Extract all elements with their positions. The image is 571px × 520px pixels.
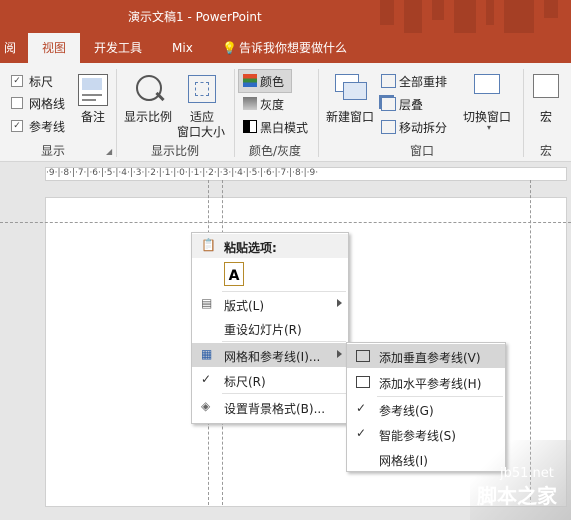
dialog-launcher-icon[interactable]: ◢ [106,147,112,156]
paint-bucket-icon: ◈ [201,399,211,413]
separator [318,69,319,157]
color-group-label: 颜色/灰度 [249,144,302,158]
notes-label[interactable]: 备注 [81,108,105,125]
lightbulb-icon: 💡 [222,41,237,55]
zoom-label[interactable]: 显示比例 [124,108,172,125]
ribbon: ✓ 标尺 网格线 ✓ 参考线 备注 显示 ◢ 显示比例 适应 窗口大小 显示比例… [0,63,571,162]
ruler-checkbox[interactable]: ✓ [11,75,23,87]
color-icon [243,74,257,87]
cascade-label[interactable]: 层叠 [399,96,423,113]
fit-window-icon[interactable] [188,75,216,103]
submenu-arrow-icon [337,350,342,358]
ribbon-tabs: 阅 视图 开发工具 Mix 💡 告诉我你想要做什么 [0,33,571,63]
menu-separator [222,393,346,394]
tab-mix[interactable]: Mix [172,33,193,63]
menu-item-reset-slide[interactable]: 重设幻灯片(R) [192,316,348,340]
menu-item-layout[interactable]: ▤ 版式(L) [192,292,348,316]
vertical-guide-icon [356,350,370,362]
submenu-arrow-icon [337,299,342,307]
cascade-icon [381,97,396,111]
paste-options-header: 📋 粘贴选项: [192,234,348,258]
menu-item-add-vertical-guide[interactable]: 添加垂直参考线(V) [347,344,505,368]
macro-group-label: 宏 [540,144,553,158]
bw-icon [243,120,257,133]
guides-checkbox[interactable]: ✓ [11,120,23,132]
switch-window-icon[interactable] [474,74,500,94]
grayscale-icon [243,97,257,110]
check-icon: ✓ [356,401,367,415]
horizontal-ruler: ·9·|·8·|·7·|·6·|·5·|·4·|·3·|·2·|·1·|·0·|… [45,167,567,181]
paste-keep-text-only[interactable]: A [192,260,348,290]
split-label[interactable]: 移动拆分 [399,119,447,136]
menu-item-add-horizontal-guide[interactable]: 添加水平参考线(H) [347,370,505,394]
grayscale-label[interactable]: 灰度 [260,96,284,113]
horizontal-guide-icon [356,376,370,388]
bw-label[interactable]: 黑白模式 [260,119,308,136]
tab-developer[interactable]: 开发工具 [94,33,142,63]
separator [523,69,524,157]
macro-label[interactable]: 宏 [540,108,552,125]
window-title: 演示文稿1 - PowerPoint [128,10,262,24]
tell-me-search[interactable]: 告诉我你想要做什么 [239,33,347,63]
menu-item-grid-and-guides[interactable]: ▦ 网格和参考线(I)... [192,343,348,367]
menu-separator [222,341,346,342]
ruler-label: 标尺 [29,75,54,89]
paste-text-only-icon[interactable]: A [224,262,244,286]
gridlines-checkbox[interactable] [11,97,23,109]
check-icon: ✓ [356,426,367,440]
horizontal-guide[interactable] [0,222,571,223]
guides-label: 参考线 [29,120,66,134]
window-group-label: 窗口 [410,144,435,158]
context-menu: 📋 粘贴选项: A ▤ 版式(L) 重设幻灯片(R) ▦ 网格和参考线(I)..… [191,232,349,424]
grid-icon: ▦ [201,347,213,361]
check-icon: ✓ [201,372,212,386]
menu-item-format-background[interactable]: ◈ 设置背景格式(B)... [192,395,348,419]
macro-icon[interactable] [533,74,559,98]
arrange-all-label[interactable]: 全部重排 [399,73,447,90]
new-window-icon-back [343,82,367,100]
tab-view[interactable]: 视图 [28,33,80,63]
fit-label-2[interactable]: 窗口大小 [177,123,225,140]
split-icon [381,120,396,134]
layout-icon: ▤ [201,296,213,310]
new-window-label[interactable]: 新建窗口 [326,108,374,125]
separator [234,69,235,157]
notes-icon[interactable] [78,74,108,106]
menu-item-guides[interactable]: ✓ 参考线(G) [347,397,505,421]
separator [116,69,117,157]
arrange-all-icon [381,74,396,88]
menu-item-ruler[interactable]: ✓ 标尺(R) [192,368,348,392]
chevron-down-icon[interactable]: ▾ [487,123,491,132]
zoom-group-label: 显示比例 [151,144,200,158]
title-bar: 演示文稿1 - PowerPoint [0,0,571,33]
watermark-site: jb51.net [500,466,554,481]
show-group-label: 显示 [41,144,66,158]
color-label[interactable]: 颜色 [260,73,284,90]
title-decoration [380,0,571,33]
tab-review[interactable]: 阅 [0,33,20,63]
clipboard-icon: 📋 [201,238,216,252]
gridlines-label: 网格线 [29,97,66,111]
